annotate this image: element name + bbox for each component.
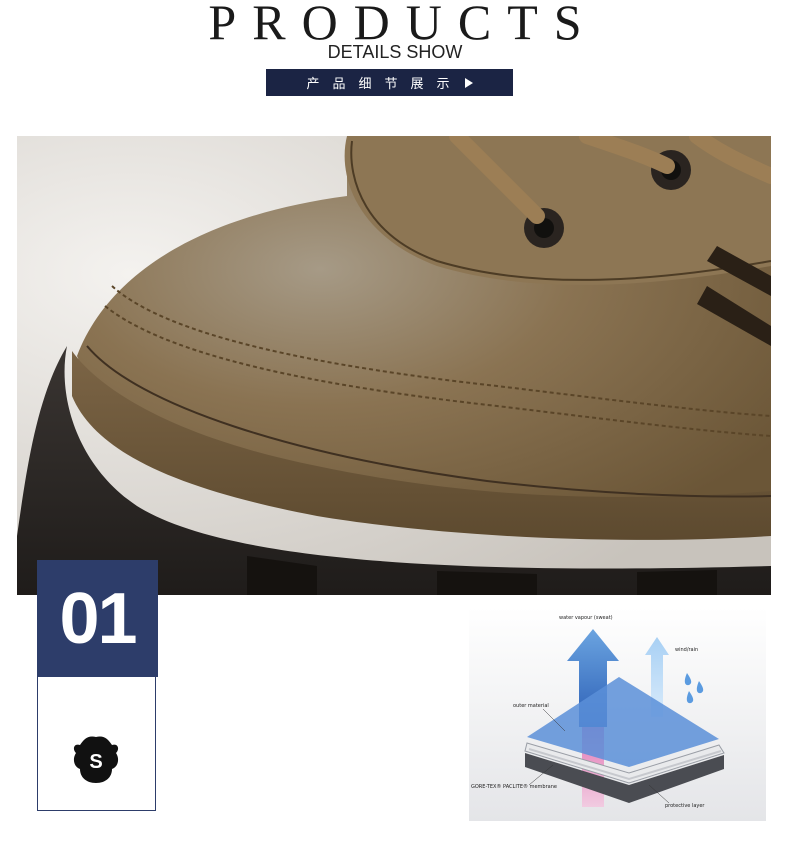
feature-icon-box: S: [37, 677, 156, 811]
shoe-toe-image: [17, 136, 771, 595]
page-subtitle: DETAILS SHOW: [327, 42, 463, 62]
play-icon: [464, 77, 473, 88]
details-badge: 产品细节展示: [266, 69, 513, 96]
label-membrane: GORE-TEX® PACLITE® membrane: [471, 783, 557, 790]
label-outer-material: outer material: [513, 703, 549, 709]
membrane-diagram: water vapour (sweat) wind/rain outer mat…: [469, 607, 766, 821]
product-photo: [17, 136, 771, 595]
badge-label: 产品细节展示: [306, 77, 463, 92]
feature-number: 01: [37, 560, 158, 677]
membrane-diagram-svg: water vapour (sweat) wind/rain outer mat…: [469, 607, 766, 821]
leather-icon-letter: S: [89, 751, 102, 773]
label-wind-rain: wind/rain: [675, 647, 698, 653]
label-water-vapour: water vapour (sweat): [559, 615, 613, 621]
leather-s-icon: S: [73, 736, 119, 783]
label-protective-layer: protective layer: [665, 803, 705, 809]
